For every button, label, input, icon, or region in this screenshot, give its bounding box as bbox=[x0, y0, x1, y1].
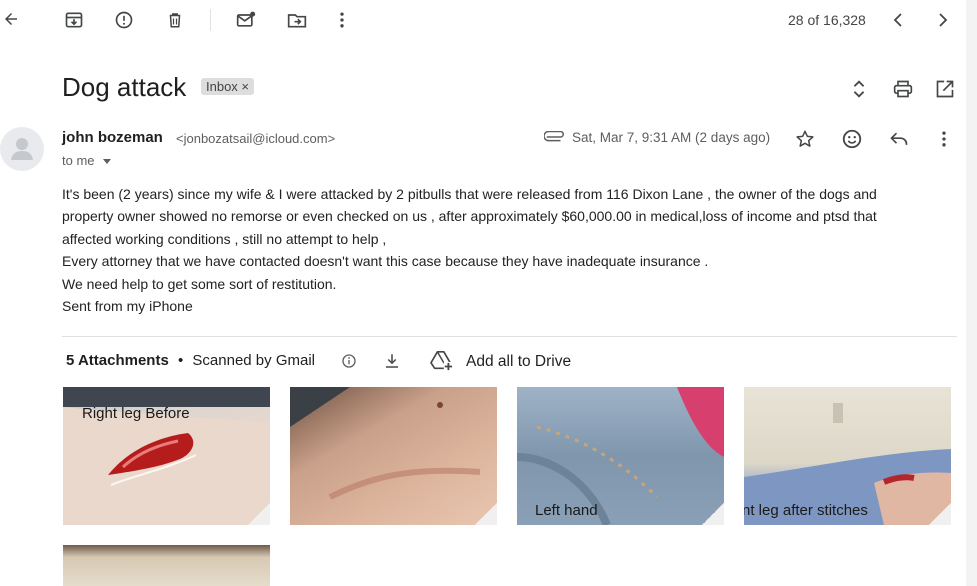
email-body: It's been (2 years) since my wife & I we… bbox=[62, 183, 962, 317]
emoji-icon[interactable] bbox=[841, 128, 863, 150]
thumbnail-caption: Right leg Before bbox=[82, 405, 190, 422]
inbox-label-chip[interactable]: Inbox × bbox=[201, 78, 255, 95]
thumbnail-corner bbox=[929, 503, 951, 525]
back-arrow-icon[interactable] bbox=[2, 10, 20, 28]
toolbar-divider bbox=[210, 9, 211, 31]
delete-icon[interactable] bbox=[166, 10, 184, 30]
recipient-toggle[interactable]: to me bbox=[62, 153, 112, 168]
chevron-left-icon[interactable] bbox=[891, 11, 905, 29]
thumbnail-corner bbox=[248, 503, 270, 525]
thumbnail-corner bbox=[702, 503, 724, 525]
attachment-thumbnail[interactable]: Right leg Before bbox=[63, 387, 270, 525]
sender-name: john bozeman bbox=[62, 129, 163, 146]
add-all-to-drive-link[interactable]: Add all to Drive bbox=[466, 353, 571, 371]
attachment-clip-icon bbox=[544, 131, 566, 143]
archive-icon[interactable] bbox=[64, 10, 84, 30]
sender-avatar bbox=[0, 127, 44, 171]
star-icon[interactable] bbox=[795, 129, 815, 149]
message-more-icon[interactable] bbox=[940, 129, 948, 149]
move-to-icon[interactable] bbox=[286, 10, 308, 30]
attachments-header: 5 Attachments • Scanned by Gmail bbox=[66, 352, 315, 369]
body-line: affected working conditions , still no a… bbox=[62, 230, 387, 247]
report-spam-icon[interactable] bbox=[114, 10, 134, 30]
print-icon[interactable] bbox=[892, 79, 914, 99]
attachment-thumbnail[interactable]: Left hand bbox=[517, 387, 724, 525]
thumbnail-corner bbox=[475, 503, 497, 525]
info-icon[interactable] bbox=[341, 353, 357, 369]
attachments-count: 5 Attachments bbox=[66, 352, 169, 369]
thumbnail-caption: Left hand bbox=[535, 502, 598, 519]
body-line: Sent from my iPhone bbox=[62, 298, 193, 315]
hand-image bbox=[290, 387, 481, 500]
body-line: Every attorney that we have contacted do… bbox=[62, 253, 709, 270]
mark-unread-icon[interactable] bbox=[235, 10, 257, 30]
scanned-label: Scanned by Gmail bbox=[192, 352, 315, 369]
attachment-thumbnail[interactable] bbox=[290, 387, 497, 525]
expand-icon[interactable] bbox=[852, 78, 866, 100]
message-counter: 28 of 16,328 bbox=[788, 12, 866, 28]
caret-down-icon bbox=[103, 159, 112, 164]
reply-icon[interactable] bbox=[888, 129, 910, 149]
recipient-label: to me bbox=[62, 153, 95, 168]
thumbnail-caption: nt leg after stitches bbox=[744, 502, 868, 519]
attachment-thumbnail[interactable]: nt leg after stitches bbox=[744, 387, 951, 525]
scrollbar-track[interactable] bbox=[966, 0, 977, 586]
body-line: property owner showed no remorse or even… bbox=[62, 208, 877, 225]
download-icon[interactable] bbox=[383, 352, 401, 370]
add-to-drive-icon[interactable] bbox=[430, 350, 454, 372]
chevron-right-icon[interactable] bbox=[936, 11, 950, 29]
sender-email: <jonbozatsail@icloud.com> bbox=[176, 131, 336, 146]
attachment-thumbnail[interactable] bbox=[63, 545, 270, 586]
email-date: Sat, Mar 7, 9:31 AM (2 days ago) bbox=[572, 130, 771, 145]
email-subject: Dog attack bbox=[62, 72, 187, 102]
open-new-window-icon[interactable] bbox=[935, 79, 955, 99]
separator-dot: • bbox=[177, 352, 184, 369]
body-line: It's been (2 years) since my wife & I we… bbox=[62, 186, 877, 202]
body-line: We need help to get some sort of restitu… bbox=[62, 275, 337, 292]
more-vert-icon[interactable] bbox=[338, 10, 346, 30]
attachments-divider bbox=[62, 336, 957, 337]
